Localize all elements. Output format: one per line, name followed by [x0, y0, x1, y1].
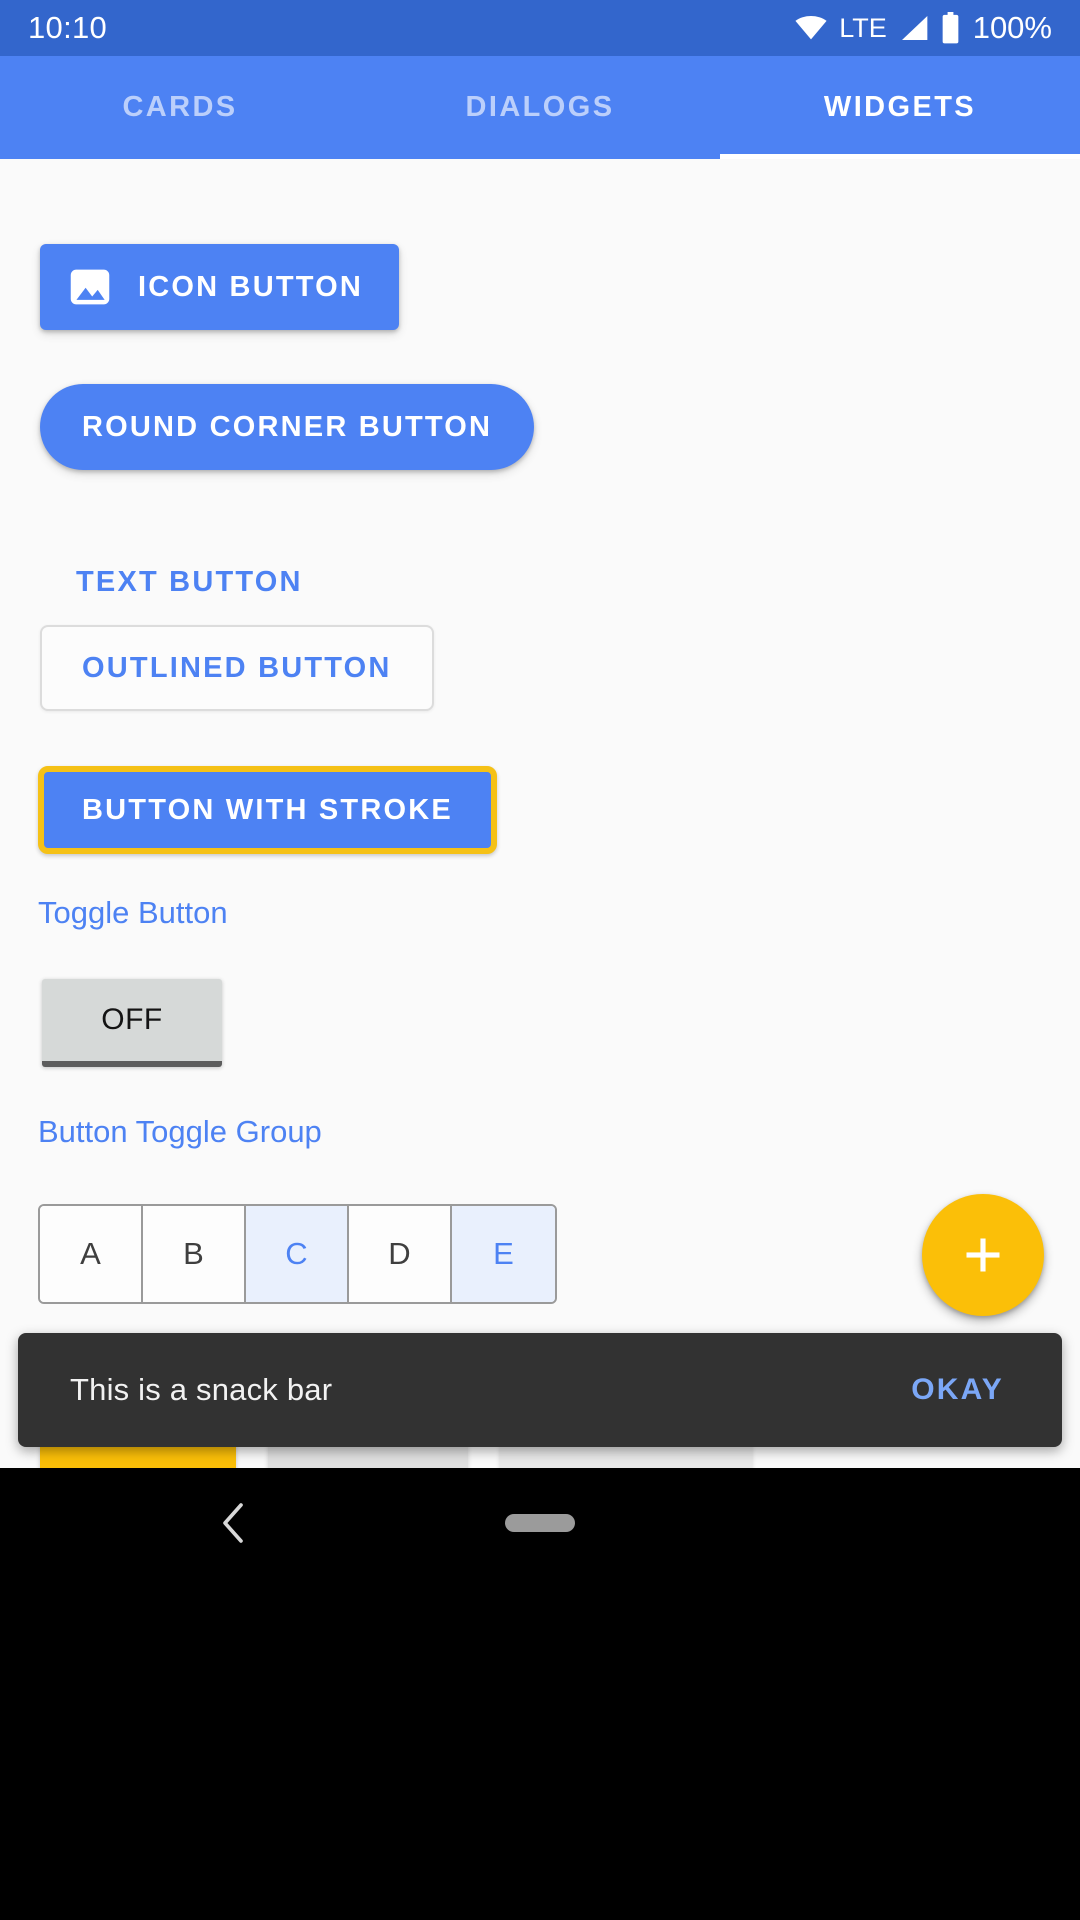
stroke-button-container: BUTTON WITH STROKE [38, 766, 497, 854]
toggle-group-item-b-label: B [183, 1236, 204, 1271]
toggle-button-state-label: OFF [101, 1003, 163, 1036]
button-with-stroke-label: BUTTON WITH STROKE [82, 793, 453, 826]
signal-icon [898, 14, 930, 42]
wifi-icon [794, 15, 828, 41]
button-with-stroke[interactable]: BUTTON WITH STROKE [38, 766, 497, 854]
plus-icon [961, 1233, 1005, 1277]
tab-bar: CARDS DIALOGS WIDGETS [0, 56, 1080, 159]
snackbar-action-button[interactable]: OKAY [905, 1372, 1010, 1408]
tab-widgets[interactable]: WIDGETS [720, 56, 1080, 159]
toggle-group-item-a[interactable]: A [40, 1206, 143, 1302]
toggle-group-item-d-label: D [388, 1236, 411, 1271]
icon-button[interactable]: ICON BUTTON [40, 244, 400, 330]
icon-button-label: ICON BUTTON [138, 270, 364, 303]
floating-action-button[interactable] [922, 1194, 1044, 1316]
round-corner-button[interactable]: ROUND CORNER BUTTON [40, 384, 535, 470]
network-type-label: LTE [839, 12, 887, 43]
widgets-content-panel: ICON BUTTON ROUND CORNER BUTTON TEXT BUT… [0, 159, 1080, 1468]
outlined-button-container: OUTLINED BUTTON [40, 625, 434, 711]
battery-percent-label: 100% [972, 10, 1052, 45]
toggle-group-item-e-label: E [493, 1236, 514, 1271]
tab-cards-label: CARDS [122, 91, 238, 123]
toggle-group-item-c-label: C [285, 1236, 308, 1271]
text-button[interactable]: TEXT BUTTON [58, 544, 321, 621]
home-pill-indicator[interactable] [505, 1514, 575, 1532]
status-bar: 10:10 LTE 100% [0, 0, 1080, 56]
button-toggle-group: A B C D E [38, 1204, 557, 1304]
tab-dialogs[interactable]: DIALOGS [360, 56, 720, 159]
snackbar: This is a snack bar OKAY [18, 1333, 1062, 1447]
toggle-group-item-e[interactable]: E [452, 1206, 555, 1302]
round-corner-button-label: ROUND CORNER BUTTON [82, 410, 493, 443]
status-bar-clock: 10:10 [28, 10, 108, 45]
toggle-group-item-d[interactable]: D [349, 1206, 452, 1302]
icon-button-container: ICON BUTTON [40, 244, 400, 330]
chevron-left-icon[interactable] [210, 1500, 256, 1546]
battery-icon [941, 12, 960, 44]
snackbar-action-label: OKAY [911, 1373, 1004, 1406]
tab-cards[interactable]: CARDS [0, 56, 360, 159]
tab-widgets-label: WIDGETS [823, 91, 977, 123]
android-navigation-bar [0, 1468, 1080, 1920]
status-bar-indicators: LTE 100% [794, 10, 1052, 46]
navigation-bar-controls [0, 1468, 1080, 1578]
tab-dialogs-label: DIALOGS [465, 91, 615, 123]
image-icon [68, 265, 112, 309]
toggle-button[interactable]: OFF [42, 979, 222, 1067]
toggle-button-section-label: Toggle Button [38, 895, 228, 930]
toggle-group-item-c[interactable]: C [246, 1206, 349, 1302]
round-corner-button-container: ROUND CORNER BUTTON [40, 384, 535, 470]
toggle-group-section-label: Button Toggle Group [38, 1114, 322, 1149]
snackbar-message: This is a snack bar [70, 1372, 333, 1407]
toggle-group-item-a-label: A [80, 1236, 101, 1271]
outlined-button[interactable]: OUTLINED BUTTON [40, 625, 434, 711]
text-button-container: TEXT BUTTON [58, 544, 321, 621]
text-button-label: TEXT BUTTON [76, 566, 303, 598]
toggle-group-item-b[interactable]: B [143, 1206, 246, 1302]
outlined-button-label: OUTLINED BUTTON [82, 651, 392, 684]
